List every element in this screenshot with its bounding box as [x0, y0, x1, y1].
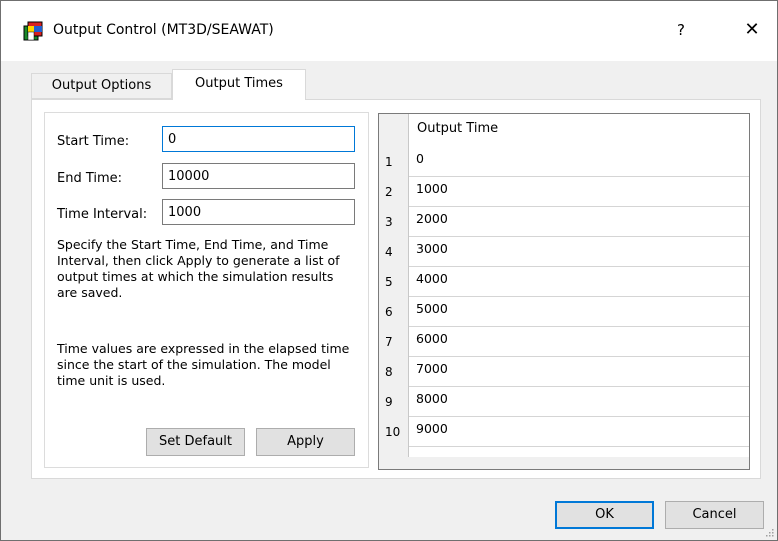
output-time-cell[interactable]: 6000	[409, 327, 749, 357]
start-time-input[interactable]	[162, 126, 355, 152]
output-time-column-header: Output Time	[417, 121, 499, 136]
row-number: 9	[385, 395, 393, 409]
tab-output-options[interactable]: Output Options	[31, 73, 172, 99]
row-number: 4	[385, 245, 393, 259]
output-time-cell[interactable]: 0	[409, 147, 749, 177]
apply-button[interactable]: Apply	[256, 428, 355, 456]
title-bar: Output Control (MT3D/SEAWAT) ? ✕	[1, 1, 777, 61]
app-icon	[23, 21, 43, 41]
output-time-cell[interactable]: 8000	[409, 387, 749, 417]
output-time-cell[interactable]: 7000	[409, 357, 749, 387]
dialog-window: Output Control (MT3D/SEAWAT) ? ✕ Output …	[0, 0, 778, 541]
time-units-note: Time values are expressed in the elapsed…	[57, 341, 350, 388]
row-number: 3	[385, 215, 393, 229]
output-time-cell[interactable]: 1000	[409, 177, 749, 207]
row-number: 6	[385, 305, 393, 319]
output-time-cell[interactable]: 5000	[409, 297, 749, 327]
output-times-grid[interactable]: Output Time 1 0 2 1000 3 2000 4 3000 5 4…	[378, 113, 750, 470]
output-time-cell[interactable]: 9000	[409, 417, 749, 447]
tab-output-times[interactable]: Output Times	[172, 69, 306, 100]
instructions-text: Specify the Start Time, End Time, and Ti…	[57, 237, 340, 300]
row-number: 8	[385, 365, 393, 379]
end-time-label: End Time:	[57, 171, 123, 186]
end-time-input[interactable]	[162, 163, 355, 189]
output-time-cell[interactable]: 2000	[409, 207, 749, 237]
row-number: 7	[385, 335, 393, 349]
grid-new-row-area[interactable]	[379, 457, 749, 469]
close-icon[interactable]: ✕	[737, 15, 767, 45]
time-interval-input[interactable]	[162, 199, 355, 225]
row-number: 10	[385, 425, 401, 439]
set-default-button[interactable]: Set Default	[146, 428, 245, 456]
start-time-label: Start Time:	[57, 134, 130, 149]
output-time-cell[interactable]: 3000	[409, 237, 749, 267]
cancel-button[interactable]: Cancel	[665, 501, 764, 529]
time-interval-label: Time Interval:	[57, 207, 148, 222]
row-number: 5	[385, 275, 393, 289]
row-number: 1	[385, 155, 393, 169]
row-number: 2	[385, 185, 393, 199]
resize-grip-icon[interactable]	[764, 527, 774, 537]
window-title: Output Control (MT3D/SEAWAT)	[53, 22, 274, 38]
help-icon[interactable]: ?	[669, 17, 693, 43]
ok-button[interactable]: OK	[555, 501, 654, 529]
output-time-cell[interactable]: 4000	[409, 267, 749, 297]
